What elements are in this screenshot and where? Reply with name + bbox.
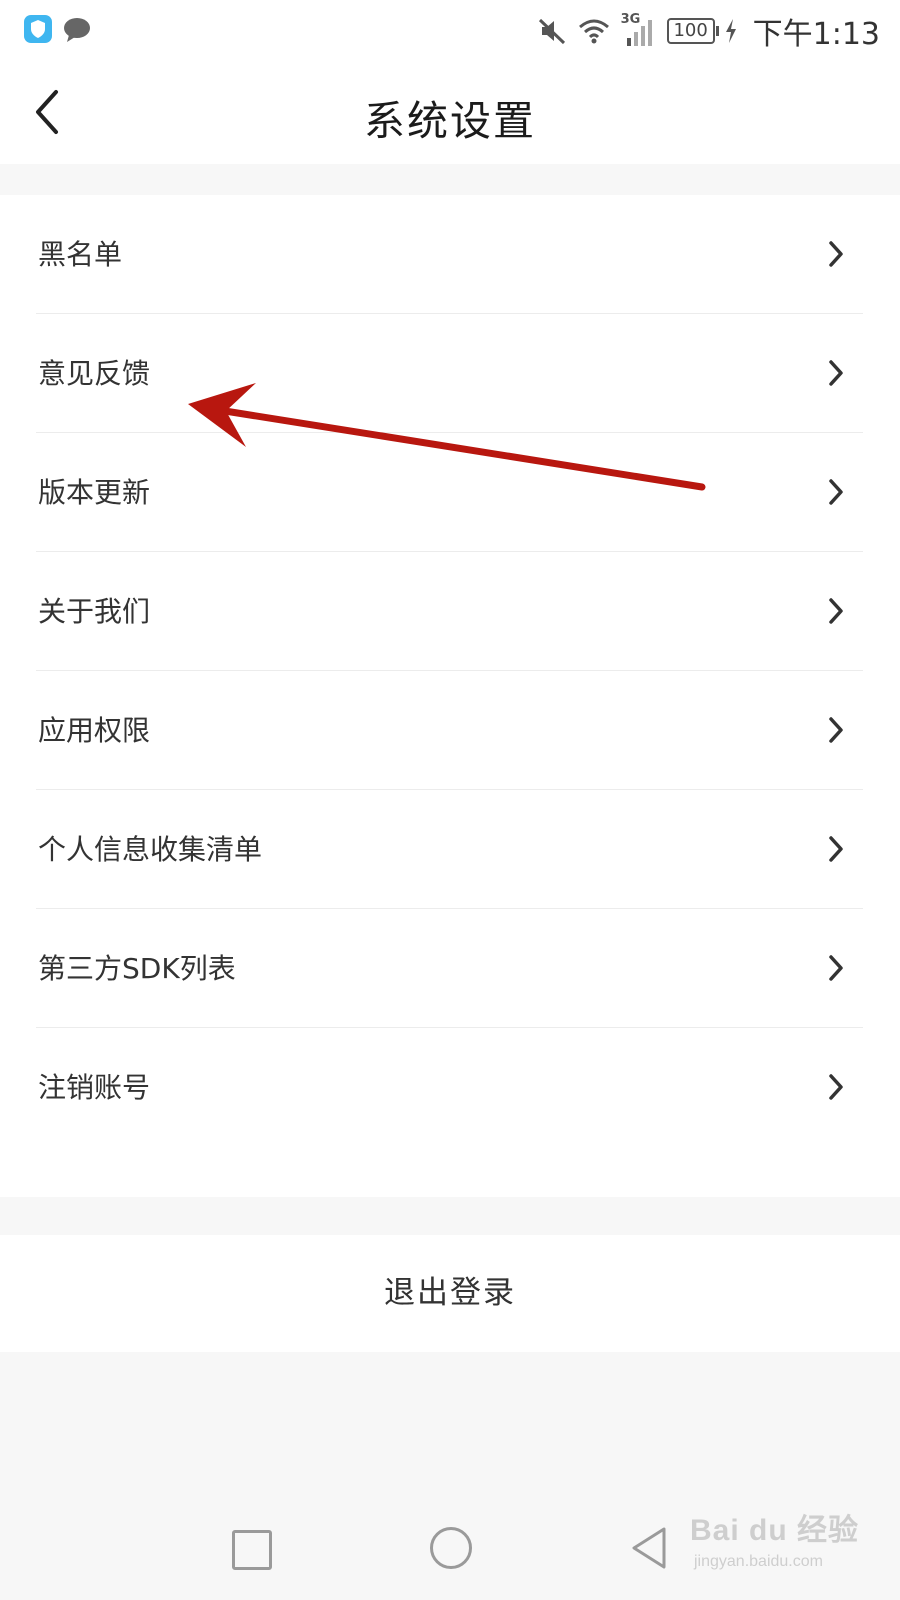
charging-icon bbox=[725, 19, 736, 43]
settings-item-app-permissions[interactable]: 应用权限 bbox=[0, 671, 900, 790]
settings-item-label: 个人信息收集清单 bbox=[38, 833, 263, 866]
watermark-main: Bai du 经验 bbox=[690, 1514, 860, 1547]
signal-3g: 3G bbox=[621, 12, 657, 48]
settings-item-third-party-sdk[interactable]: 第三方SDK列表 bbox=[0, 909, 900, 1028]
wifi-icon bbox=[578, 19, 609, 44]
status-time: 下午1:13 bbox=[752, 17, 880, 52]
recent-apps-button[interactable] bbox=[232, 1530, 272, 1570]
status-bar: 3G 100 下午1:13 bbox=[0, 0, 900, 62]
settings-item-label: 第三方SDK列表 bbox=[38, 952, 236, 985]
watermark-sub: jingyan.baidu.com bbox=[694, 1553, 823, 1570]
settings-item-about-us[interactable]: 关于我们 bbox=[0, 552, 900, 671]
settings-list: 黑名单 意见反馈 版本更新 关于我们 应用权限 个人信息收集清单 第三方SDK列… bbox=[0, 195, 900, 1197]
settings-item-label: 应用权限 bbox=[38, 714, 151, 747]
mute-icon bbox=[538, 18, 565, 45]
settings-item-personal-info-list[interactable]: 个人信息收集清单 bbox=[0, 790, 900, 909]
settings-item-label: 意见反馈 bbox=[38, 357, 151, 390]
settings-item-label: 版本更新 bbox=[38, 476, 151, 509]
battery-icon: 100 bbox=[666, 18, 719, 44]
settings-item-label: 关于我们 bbox=[38, 595, 151, 628]
chevron-right-icon bbox=[829, 717, 843, 743]
settings-item-label: 黑名单 bbox=[38, 238, 123, 271]
signal-icon bbox=[626, 20, 652, 46]
system-back-button[interactable] bbox=[630, 1526, 668, 1570]
watermark-logo: Bai du 经验 jingyan.baidu.com bbox=[690, 1505, 890, 1585]
chevron-right-icon bbox=[829, 955, 843, 981]
chevron-right-icon bbox=[829, 836, 843, 862]
chevron-right-icon bbox=[829, 598, 843, 624]
nav-header: 系统设置 bbox=[0, 62, 900, 164]
shield-app-icon bbox=[24, 15, 52, 43]
logout-button[interactable]: 退出登录 bbox=[0, 1235, 900, 1352]
home-button[interactable] bbox=[430, 1527, 472, 1569]
page-title: 系统设置 bbox=[364, 97, 536, 145]
chevron-right-icon bbox=[829, 1074, 843, 1100]
status-icons: 3G 100 下午1:13 bbox=[537, 8, 880, 54]
chevron-right-icon bbox=[829, 479, 843, 505]
logout-label: 退出登录 bbox=[384, 1275, 516, 1311]
settings-item-label: 注销账号 bbox=[38, 1071, 151, 1104]
settings-item-cancel-account[interactable]: 注销账号 bbox=[0, 1028, 900, 1147]
settings-item-blacklist[interactable]: 黑名单 bbox=[0, 195, 900, 314]
chat-icon bbox=[64, 18, 90, 42]
chevron-right-icon bbox=[829, 360, 843, 386]
chevron-right-icon bbox=[829, 241, 843, 267]
settings-item-feedback[interactable]: 意见反馈 bbox=[0, 314, 900, 433]
settings-item-version-update[interactable]: 版本更新 bbox=[0, 433, 900, 552]
